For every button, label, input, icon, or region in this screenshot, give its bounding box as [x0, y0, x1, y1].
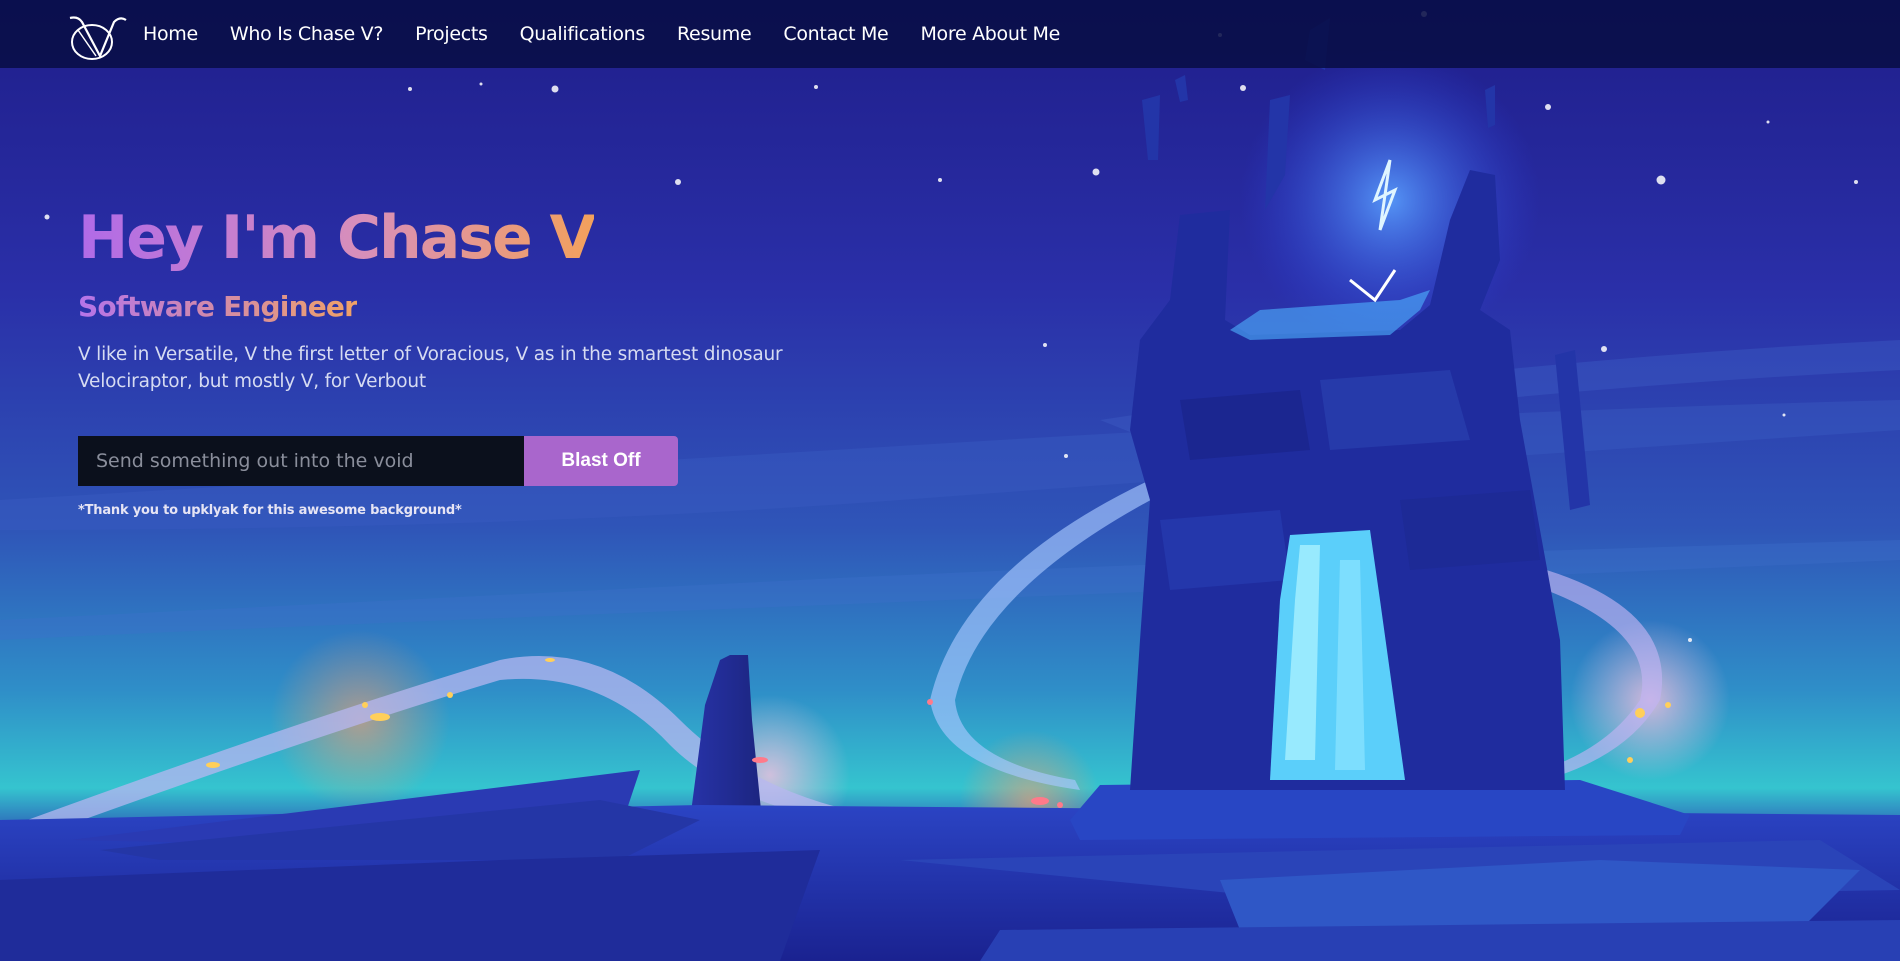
nav-contact-link[interactable]: Contact Me [783, 23, 888, 45]
hero-title: Hey I'm Chase V [78, 200, 596, 276]
hero-description: V like in Versatile, V the first letter … [78, 341, 818, 395]
nav-qualifications-link[interactable]: Qualifications [520, 23, 646, 45]
nav-more-about-link[interactable]: More About Me [920, 23, 1060, 45]
background-credit: *Thank you to upklyak for this awesome b… [78, 503, 462, 518]
hero-section: Hey I'm Chase V Software Engineer V like… [78, 200, 818, 395]
nav-projects-link[interactable]: Projects [415, 23, 488, 45]
cv-monogram-logo-icon[interactable] [64, 12, 128, 62]
nav-home-link[interactable]: Home [143, 23, 198, 45]
hero-description-line1: V like in Versatile, V the first letter … [78, 344, 783, 365]
main-nav: Home Who Is Chase V? Projects Qualificat… [143, 0, 1092, 68]
hero-subtitle: Software Engineer [78, 290, 358, 323]
page: Home Who Is Chase V? Projects Qualificat… [0, 0, 1900, 961]
void-message-form: Blast Off [78, 436, 678, 486]
nav-who-is-chase-link[interactable]: Who Is Chase V? [230, 23, 384, 45]
void-message-input[interactable] [78, 436, 524, 486]
blast-off-button[interactable]: Blast Off [524, 436, 678, 486]
nav-resume-link[interactable]: Resume [677, 23, 752, 45]
hero-description-line2: Velociraptor, but mostly V, for Verbout [78, 371, 426, 392]
top-navbar: Home Who Is Chase V? Projects Qualificat… [0, 0, 1900, 68]
